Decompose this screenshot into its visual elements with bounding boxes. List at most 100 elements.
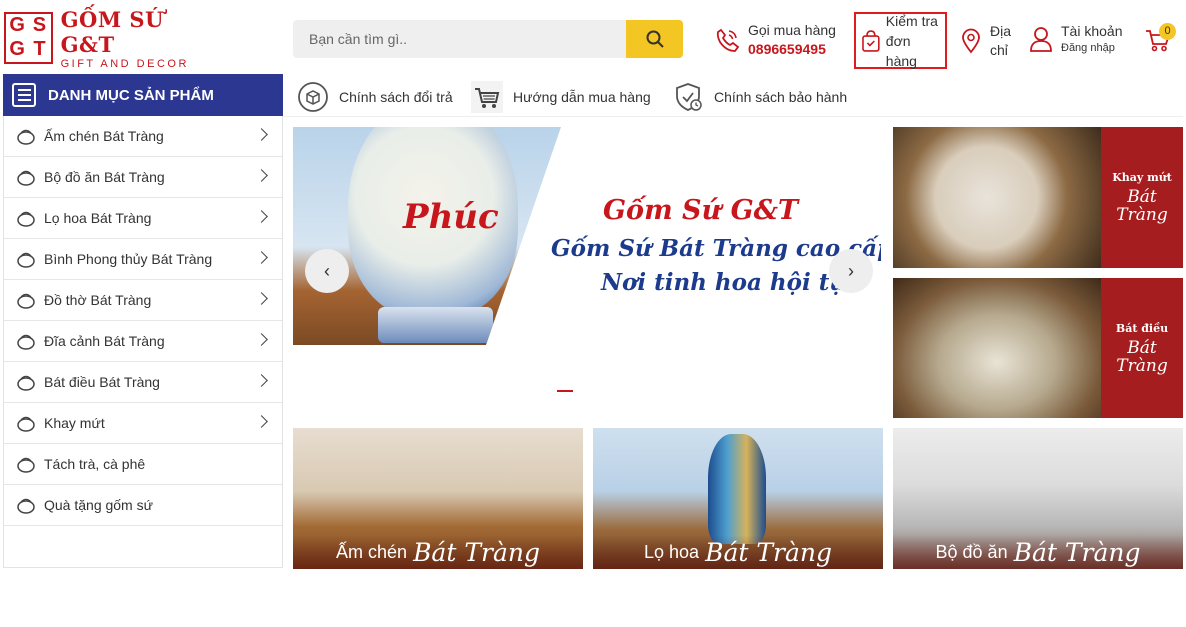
vase-icon <box>14 207 38 229</box>
brand-tagline: GIFT AND DECOR <box>60 57 189 70</box>
sidebar-category-item[interactable]: Đĩa cảnh Bát Tràng <box>4 321 282 362</box>
banner-slogan: Nơi tinh hoa hội tụ <box>601 269 847 296</box>
hotline[interactable]: Gọi mua hàng 0896659495 <box>714 22 836 57</box>
tray-icon <box>14 412 38 434</box>
order-check-link[interactable]: Kiểm tra đơn hàng <box>854 12 947 69</box>
chevron-right-icon[interactable] <box>255 333 268 346</box>
chevron-right-icon[interactable] <box>255 169 268 182</box>
sidebar-category-item[interactable]: Tách trà, cà phê <box>4 444 282 485</box>
search-button[interactable] <box>626 20 683 58</box>
tile-lo-hoa[interactable]: Lọ hoa Bát Tràng <box>593 428 883 569</box>
sidebar-category-item[interactable]: Đồ thờ Bát Tràng <box>4 280 282 321</box>
sidebar-category-item[interactable]: Bình Phong thủy Bát Tràng <box>4 239 282 280</box>
category-list: Ấm chén Bát Tràng Bộ đồ ăn Bát Tràng Lọ ho… <box>4 116 282 526</box>
tile-bo-do-an-label: Bộ đồ ăn <box>935 541 1008 562</box>
sidebar-category-label: Bình Phong thủy Bát Tràng <box>44 251 213 267</box>
promo-bat-dieu-sub: Bát Tràng <box>1116 337 1168 376</box>
menu-icon <box>12 83 36 107</box>
order-bag-icon <box>862 29 880 52</box>
phone-icon <box>716 28 740 52</box>
policy-guide-link[interactable]: Hướng dẫn mua hàng <box>471 80 651 114</box>
sidebar-category-label: Quà tặng gốm sứ <box>44 497 153 513</box>
sidebar-category-label: Đồ thờ Bát Tràng <box>44 292 152 308</box>
sidebar-category-item[interactable]: Ấm chén Bát Tràng <box>4 116 282 157</box>
promo-khay-mut-photo <box>893 127 1101 268</box>
category-menu-title: DANH MỤC SẢN PHẨM <box>48 86 214 104</box>
search-bar <box>293 20 683 58</box>
plate-set-icon <box>14 166 38 188</box>
tile-am-chen[interactable]: Ấm chén Bát Tràng <box>293 428 583 569</box>
sidebar-category-item[interactable]: Bộ đồ ăn Bát Tràng <box>4 157 282 198</box>
account-login: Đăng nhập <box>1061 42 1115 54</box>
location-pin-icon <box>962 28 980 54</box>
sidebar-category-label: Tách trà, cà phê <box>44 456 146 472</box>
tile-lo-hoa-vase <box>708 434 766 544</box>
sidebar-category-label: Lọ hoa Bát Tràng <box>44 210 152 226</box>
policy-return-link[interactable]: Chính sách đổi trả <box>297 80 453 114</box>
fengshui-jar-icon <box>14 248 38 270</box>
incense-urn-icon <box>14 289 38 311</box>
address-line2: chỉ <box>990 42 1008 58</box>
tile-bo-do-an[interactable]: Bộ đồ ăn Bát Tràng <box>893 428 1183 569</box>
tile-am-chen-sub: Bát Tràng <box>413 537 540 567</box>
vase-stand <box>378 307 493 343</box>
banner-title: Gốm Sứ G&T <box>603 195 799 226</box>
policy-guide-label: Hướng dẫn mua hàng <box>513 89 651 105</box>
lidded-bowl-icon <box>14 371 38 393</box>
address-line1: Địa <box>990 23 1012 39</box>
chevron-right-icon[interactable] <box>255 415 268 428</box>
promo-khay-mut-sub: Bát Tràng <box>1116 187 1168 225</box>
decor-plate-icon <box>14 330 38 352</box>
shield-clock-icon <box>676 83 702 111</box>
sidebar-category-label: Ấm chén Bát Tràng <box>44 128 164 144</box>
chevron-right-icon[interactable] <box>255 251 268 264</box>
banner-subtitle: Gốm Sứ Bát Tràng cao cấp <box>551 235 881 262</box>
chevron-right-icon[interactable] <box>255 292 268 305</box>
store-address-link[interactable]: Địa chỉ <box>960 22 1011 60</box>
slider-prev-button[interactable]: ‹ <box>305 249 349 293</box>
promo-khay-mut-title: Khay mứt <box>1112 171 1172 184</box>
site-logo[interactable]: G S G T GỐM SỨ G&T GIFT AND DECOR <box>4 7 214 70</box>
order-check-line2: đơn hàng <box>885 32 917 69</box>
promo-bat-dieu-photo <box>893 278 1101 418</box>
return-box-icon <box>298 82 328 112</box>
tile-lo-hoa-sub: Bát Tràng <box>705 537 832 567</box>
policy-return-label: Chính sách đổi trả <box>339 89 453 105</box>
promo-bat-dieu[interactable]: Bát điều Bát Tràng <box>893 278 1183 418</box>
promo-bat-dieu-title: Bát điều <box>1115 321 1169 335</box>
slider-next-button[interactable]: › <box>829 249 873 293</box>
sidebar-category-label: Bát điều Bát Tràng <box>44 374 160 390</box>
account-label: Tài khoản <box>1061 23 1123 39</box>
hero-banner-slider[interactable]: Phúc Gốm Sứ G&T Gốm Sứ Bát Tràng cao cấp… <box>293 127 881 402</box>
chevron-right-icon[interactable] <box>255 128 268 141</box>
search-icon <box>646 30 664 48</box>
chevron-left-icon: ‹ <box>324 260 330 281</box>
sidebar-category-item[interactable]: Khay mứt <box>4 403 282 444</box>
sidebar-category-label: Bộ đồ ăn Bát Tràng <box>44 169 165 185</box>
chevron-right-icon: › <box>848 260 854 281</box>
shopping-cart-icon <box>471 81 503 113</box>
chevron-right-icon[interactable] <box>255 374 268 387</box>
sidebar-category-item[interactable]: Bát điều Bát Tràng <box>4 362 282 403</box>
brand-name: GỐM SỨ G&T <box>60 6 164 57</box>
sidebar-category-label: Đĩa cảnh Bát Tràng <box>44 333 165 349</box>
promo-khay-mut[interactable]: Khay mứt Bát Tràng <box>893 127 1183 268</box>
tile-am-chen-label: Ấm chén <box>336 541 408 562</box>
search-input[interactable] <box>293 20 626 58</box>
category-sidebar: Ấm chén Bát Tràng Bộ đồ ăn Bát Tràng Lọ ho… <box>3 74 283 568</box>
hotline-number: 0896659495 <box>748 41 826 57</box>
sidebar-category-item[interactable]: Quà tặng gốm sứ <box>4 485 282 526</box>
teapot-icon <box>14 125 38 147</box>
account-link[interactable]: Tài khoản Đăng nhập <box>1029 23 1122 54</box>
policy-warranty-link[interactable]: Chính sách bảo hành <box>672 80 847 114</box>
tile-lo-hoa-label: Lọ hoa <box>644 541 700 562</box>
banner-vase-photo: Phúc <box>293 127 561 345</box>
chevron-right-icon[interactable] <box>255 210 268 223</box>
gift-box-icon <box>14 494 38 516</box>
vase-calligraphy: Phúc <box>403 197 499 237</box>
sidebar-category-item[interactable]: Lọ hoa Bát Tràng <box>4 198 282 239</box>
policy-warranty-label: Chính sách bảo hành <box>714 89 848 105</box>
divider <box>283 116 1183 117</box>
category-menu-header[interactable]: DANH MỤC SẢN PHẨM <box>3 74 283 116</box>
slider-dot-active[interactable] <box>557 390 573 392</box>
